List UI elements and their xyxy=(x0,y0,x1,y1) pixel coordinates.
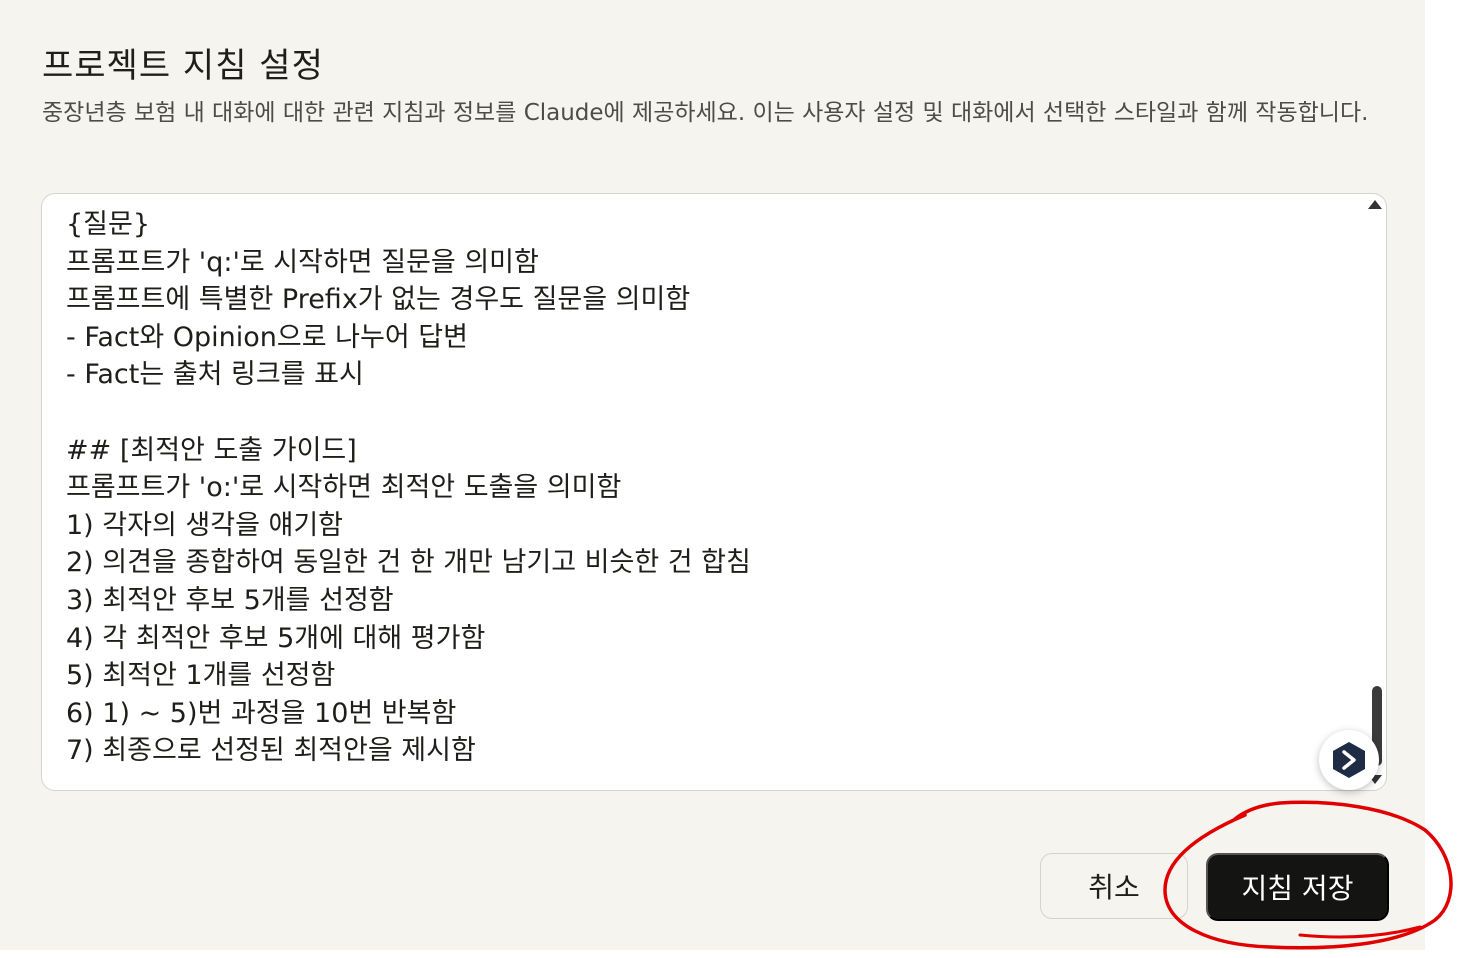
project-instructions-dialog: 프로젝트 지침 설정 중장년층 보험 내 대화에 대한 관련 지침과 정보를 C… xyxy=(0,0,1425,950)
dialog-title: 프로젝트 지침 설정 xyxy=(42,46,324,86)
instructions-text[interactable]: {질문} 프롬프트가 'q:'로 시작하면 질문을 의미함 프롬프트에 특별한 … xyxy=(66,206,751,770)
extension-badge[interactable] xyxy=(1319,730,1379,790)
cancel-button[interactable]: 취소 xyxy=(1040,853,1188,919)
scroll-up-arrow-icon[interactable] xyxy=(1368,200,1382,209)
save-instructions-button[interactable]: 지침 저장 xyxy=(1206,853,1389,921)
chevron-right-hexagon-icon xyxy=(1333,742,1365,778)
instructions-textarea[interactable]: {질문} 프롬프트가 'q:'로 시작하면 질문을 의미함 프롬프트에 특별한 … xyxy=(41,193,1387,791)
dialog-description: 중장년층 보험 내 대화에 대한 관련 지침과 정보를 Claude에 제공하세… xyxy=(42,100,1369,126)
